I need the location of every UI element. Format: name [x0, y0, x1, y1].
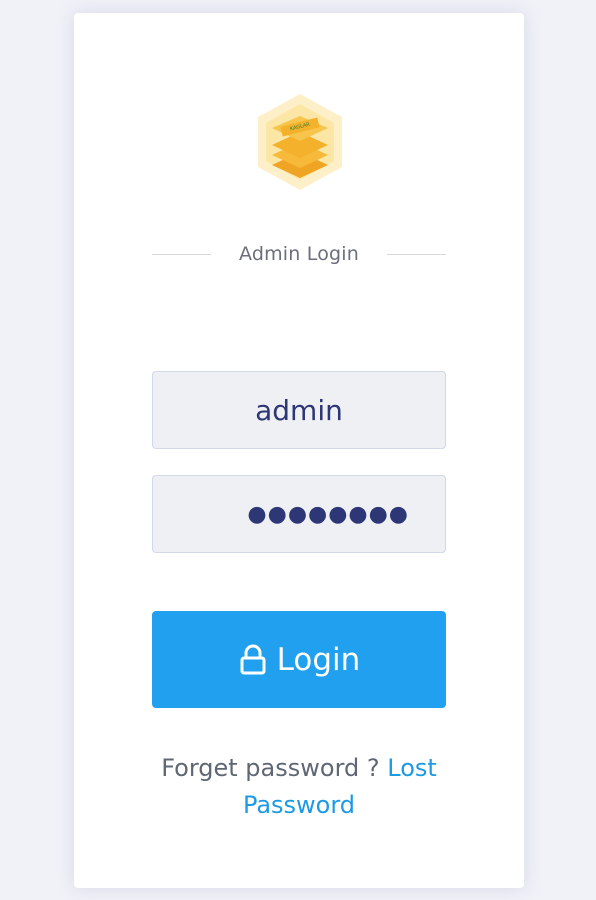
lock-icon — [240, 644, 266, 674]
password-masked-value: ●●●●●●●● — [247, 501, 409, 527]
login-button-label: Login — [276, 641, 361, 678]
login-button[interactable]: Login — [152, 611, 446, 708]
left-divider-line — [152, 253, 211, 255]
forgot-password-prompt: Forget password ? — [161, 754, 380, 782]
logo-icon: KAGLAR — [258, 94, 342, 190]
login-heading-row: Admin Login — [152, 238, 446, 270]
forgot-password-text: Forget password ? Lost Password — [130, 750, 468, 824]
right-divider-line — [387, 253, 446, 255]
username-field[interactable]: admin — [152, 371, 446, 449]
username-value: admin — [255, 393, 343, 427]
password-field[interactable]: ●●●●●●●● — [152, 475, 446, 553]
page-title: Admin Login — [238, 243, 360, 265]
